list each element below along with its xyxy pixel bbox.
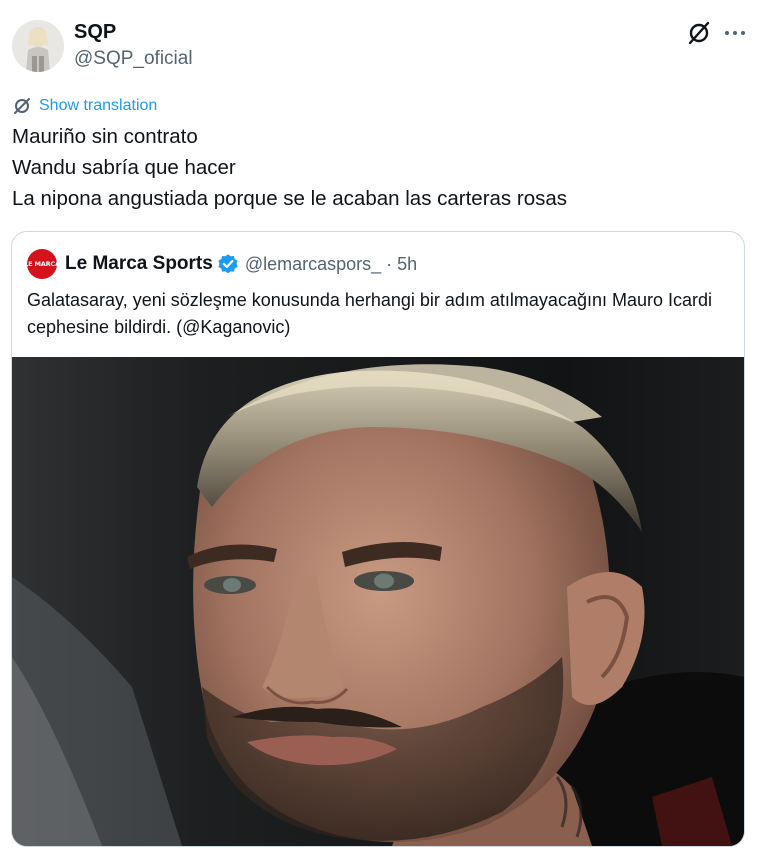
quoted-tweet-text: Galatasaray, yeni sözleşme konusunda her… — [27, 290, 713, 337]
author-name[interactable]: SQP — [74, 21, 116, 44]
quoted-separator: · — [386, 253, 393, 274]
avatar-image — [12, 20, 64, 72]
quoted-author-name[interactable]: Le Marca Sports — [65, 253, 213, 275]
quoted-tweet-photo[interactable] — [12, 357, 744, 846]
verified-badge-icon — [218, 254, 238, 274]
quoted-author-avatar[interactable]: LE MARCA — [24, 249, 60, 279]
quoted-tweet-card[interactable]: LE MARCA Le Marca Sports @lemarcaspors_ … — [11, 231, 745, 847]
quoted-timestamp[interactable]: 5h — [397, 254, 417, 275]
more-icon[interactable] — [720, 18, 750, 48]
quoted-author-handle[interactable]: @lemarcaspors_ — [245, 254, 381, 275]
author-handle[interactable]: @SQP_oficial — [74, 48, 193, 70]
show-translation-label: Show translation — [39, 97, 158, 114]
translate-icon — [14, 98, 30, 114]
tweet-text: Mauriño sin contrato Wandu sabría que ha… — [12, 121, 752, 214]
grok-icon[interactable] — [686, 20, 712, 46]
show-translation-button[interactable]: Show translation — [12, 96, 157, 116]
tweet-line: Mauriño sin contrato — [12, 125, 198, 148]
quoted-avatar-logo-text: LE MARCA — [24, 260, 60, 268]
tweet-line: La nipona angustiada porque se le acaban… — [12, 187, 568, 210]
quoted-tweet-header: LE MARCA Le Marca Sports @lemarcaspors_ … — [24, 249, 417, 279]
author-avatar[interactable] — [12, 20, 64, 72]
tweet-line: Wandu sabría que hacer — [12, 156, 236, 179]
